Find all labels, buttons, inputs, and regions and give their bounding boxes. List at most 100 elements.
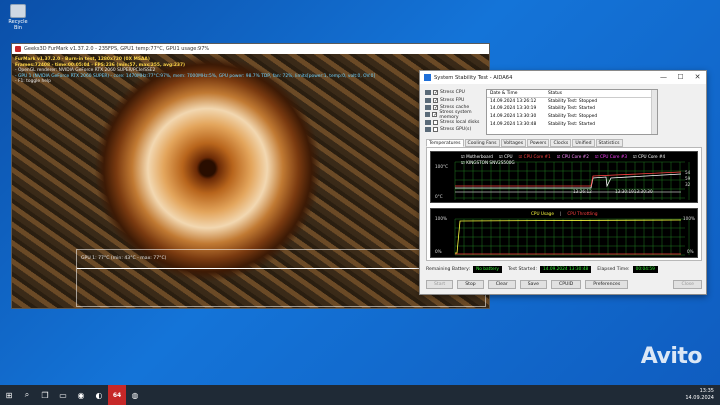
log-status: Stability Test: Stopped xyxy=(548,98,598,104)
tab-unified[interactable]: Unified xyxy=(572,139,595,147)
minimize-button[interactable]: — xyxy=(655,71,672,84)
device-icon xyxy=(425,112,431,118)
stress-option[interactable]: ✓ Stress FPU xyxy=(425,96,487,103)
log-row[interactable]: 14.09.2024 13:30:48 Stability Test: Start… xyxy=(487,120,657,128)
preferences-button[interactable]: Preferences xyxy=(585,280,629,289)
avito-watermark: Avito xyxy=(640,344,703,369)
furmark-overlay-line: - F1: toggle help xyxy=(15,79,51,85)
device-icon xyxy=(425,119,431,125)
test-log-table[interactable]: Date & Time Status 14.09.2024 13:26:12 St… xyxy=(486,89,658,135)
stress-option-label: Stress local disks xyxy=(440,119,480,125)
log-header-datetime: Date & Time xyxy=(490,90,518,96)
aida64-titlebar[interactable]: System Stability Test - AIDA64 — ☐ ✕ xyxy=(420,71,706,84)
close-window-button[interactable]: ✕ xyxy=(689,71,706,84)
task-view-icon[interactable]: ❐ xyxy=(36,385,54,405)
temp-axis-bottom: 0°C xyxy=(435,194,443,199)
aida64-window[interactable]: System Stability Test - AIDA64 — ☐ ✕ ✓ St… xyxy=(419,70,707,295)
start-button[interactable]: Start xyxy=(426,280,454,289)
battery-label: Remaining Battery: xyxy=(426,266,471,272)
log-row[interactable]: 14.09.2024 13:30:30 Stability Test: Stopp… xyxy=(487,113,657,121)
temp-legend-item[interactable]: ☑ KINGSTON SNV2S500G xyxy=(461,160,515,165)
tab-cooling-fans[interactable]: Cooling Fans xyxy=(464,139,500,147)
tab-clocks[interactable]: Clocks xyxy=(550,139,572,147)
temp-legend-item[interactable]: ☑ CPU Core #4 xyxy=(633,154,665,159)
usage-axis-top: 100% xyxy=(435,216,447,221)
temp-axis-top: 100°C xyxy=(435,164,449,169)
elapsed-label: Elapsed Time: xyxy=(597,266,630,272)
temp-legend-item[interactable]: ☑ CPU xyxy=(499,154,513,159)
tab-voltages[interactable]: Voltages xyxy=(500,139,527,147)
furmark-graph-label: GPU 1: 77°C (min: 43°C - max: 77°C) xyxy=(81,256,167,261)
furmark-titlebar[interactable]: Geeks3D FurMark v1.37.2.0 - 235FPS, GPU1… xyxy=(12,44,489,54)
device-icon xyxy=(425,97,431,103)
stop-button[interactable]: Stop xyxy=(457,280,484,289)
stress-checkbox[interactable]: ✓ xyxy=(433,97,438,103)
save-button[interactable]: Save xyxy=(519,280,547,289)
clock-date: 14.09.2024 xyxy=(685,394,714,401)
furmark-render-canvas: FurMark v1.37.2.0 - Burn-in test, 1280x7… xyxy=(12,54,489,308)
log-scrollbar[interactable] xyxy=(651,90,657,134)
graph-tabs: Temperatures Cooling Fans Voltages Powers Cl… xyxy=(426,139,623,147)
log-datetime: 14.09.2024 13:30:48 xyxy=(490,121,537,127)
temp-legend-label: CPU Core #1 xyxy=(523,154,551,159)
stress-option[interactable]: Stress local disks xyxy=(425,119,487,126)
stress-checkbox[interactable] xyxy=(433,119,438,125)
maximize-button[interactable]: ☐ xyxy=(672,71,689,84)
usage-axis-bottom: 0% xyxy=(435,249,442,254)
cpu-usage-chart: CPU Usage | CPU Throttling 100% 0% 100% … xyxy=(430,208,698,258)
cpu-usage-plot xyxy=(454,218,690,256)
stress-checkbox[interactable] xyxy=(433,127,438,133)
log-row[interactable]: 14.09.2024 13:26:12 Stability Test: Stopp… xyxy=(487,98,657,106)
temp-legend-item[interactable]: ☑ CPU Core #2 xyxy=(557,154,589,159)
temp-legend-label: CPU Core #4 xyxy=(638,154,666,159)
edge-icon[interactable]: ◐ xyxy=(90,385,108,405)
status-bar: Remaining Battery: No battery Test Start… xyxy=(426,264,702,274)
log-row[interactable]: 14.09.2024 13:30:19 Stability Test: Start… xyxy=(487,105,657,113)
log-header-status: Status xyxy=(548,90,562,96)
stress-option-label: Stress CPU xyxy=(440,90,465,96)
stress-option[interactable]: ✓ Stress CPU xyxy=(425,89,487,96)
aida64-app-icon xyxy=(424,74,431,81)
temp-legend-label: CPU Core #3 xyxy=(599,154,627,159)
action-buttons: Start Stop Clear Save CPUID Preferences … xyxy=(426,280,702,289)
stress-option-label: Stress system memory xyxy=(439,109,472,120)
search-icon[interactable]: ⌕ xyxy=(18,385,36,405)
tab-powers[interactable]: Powers xyxy=(527,139,550,147)
close-button[interactable]: Close xyxy=(673,280,702,289)
temp-legend-item[interactable]: ☑ Motherboard xyxy=(461,154,493,159)
legend-separator: | xyxy=(559,211,562,216)
clear-button[interactable]: Clear xyxy=(487,280,516,289)
stress-checkbox[interactable]: ✓ xyxy=(432,112,438,118)
temp-legend-label: CPU xyxy=(504,154,513,159)
log-status: Stability Test: Started xyxy=(548,121,596,127)
furmark-icon[interactable]: ◍ xyxy=(126,385,144,405)
usage-right-top: 100% xyxy=(683,216,695,221)
temp-legend-item[interactable]: ☑ CPU Core #1 xyxy=(519,154,551,159)
file-explorer-icon[interactable]: ▭ xyxy=(54,385,72,405)
chrome-icon[interactable]: ◉ xyxy=(72,385,90,405)
aida64-icon[interactable]: 64 xyxy=(108,385,126,405)
temp-legend-label: CPU Core #2 xyxy=(561,154,589,159)
furmark-app-icon xyxy=(15,46,21,52)
temp-time-marks: 13:30:1913:30:30 xyxy=(615,189,653,194)
stress-option[interactable]: ✓ Stress system memory xyxy=(425,109,487,120)
stress-checkbox[interactable]: ✓ xyxy=(433,104,438,110)
desktop-recycle-bin-icon[interactable]: Recycle Bin xyxy=(4,4,32,31)
log-datetime: 14.09.2024 13:26:12 xyxy=(490,98,537,104)
windows-start-icon[interactable]: ⊞ xyxy=(0,385,18,405)
recycle-bin-icon xyxy=(10,4,26,18)
temp-value-3: 32 xyxy=(685,182,691,187)
stress-option[interactable]: Stress GPU(s) xyxy=(425,126,487,133)
graph-panel: ☑ Motherboard ☑ CPU ☑ CPU Core #1 ☑ CPU Cor… xyxy=(426,147,702,261)
log-header: Date & Time Status xyxy=(487,90,657,98)
tab-temperatures[interactable]: Temperatures xyxy=(426,139,464,147)
aida64-title: System Stability Test - AIDA64 xyxy=(434,74,513,81)
tab-statistics[interactable]: Statistics xyxy=(595,139,623,147)
temp-value-2: 59 xyxy=(685,176,691,181)
stress-checkbox[interactable]: ✓ xyxy=(433,90,438,96)
temp-legend-item[interactable]: ☑ CPU Core #3 xyxy=(595,154,627,159)
cpuid-button[interactable]: CPUID xyxy=(550,280,582,289)
temperature-chart: ☑ Motherboard ☑ CPU ☑ CPU Core #1 ☑ CPU Cor… xyxy=(430,151,698,203)
legend-cpu-throttling: CPU Throttling xyxy=(567,211,598,216)
system-clock[interactable]: 13:35 14.09.2024 xyxy=(685,388,714,401)
